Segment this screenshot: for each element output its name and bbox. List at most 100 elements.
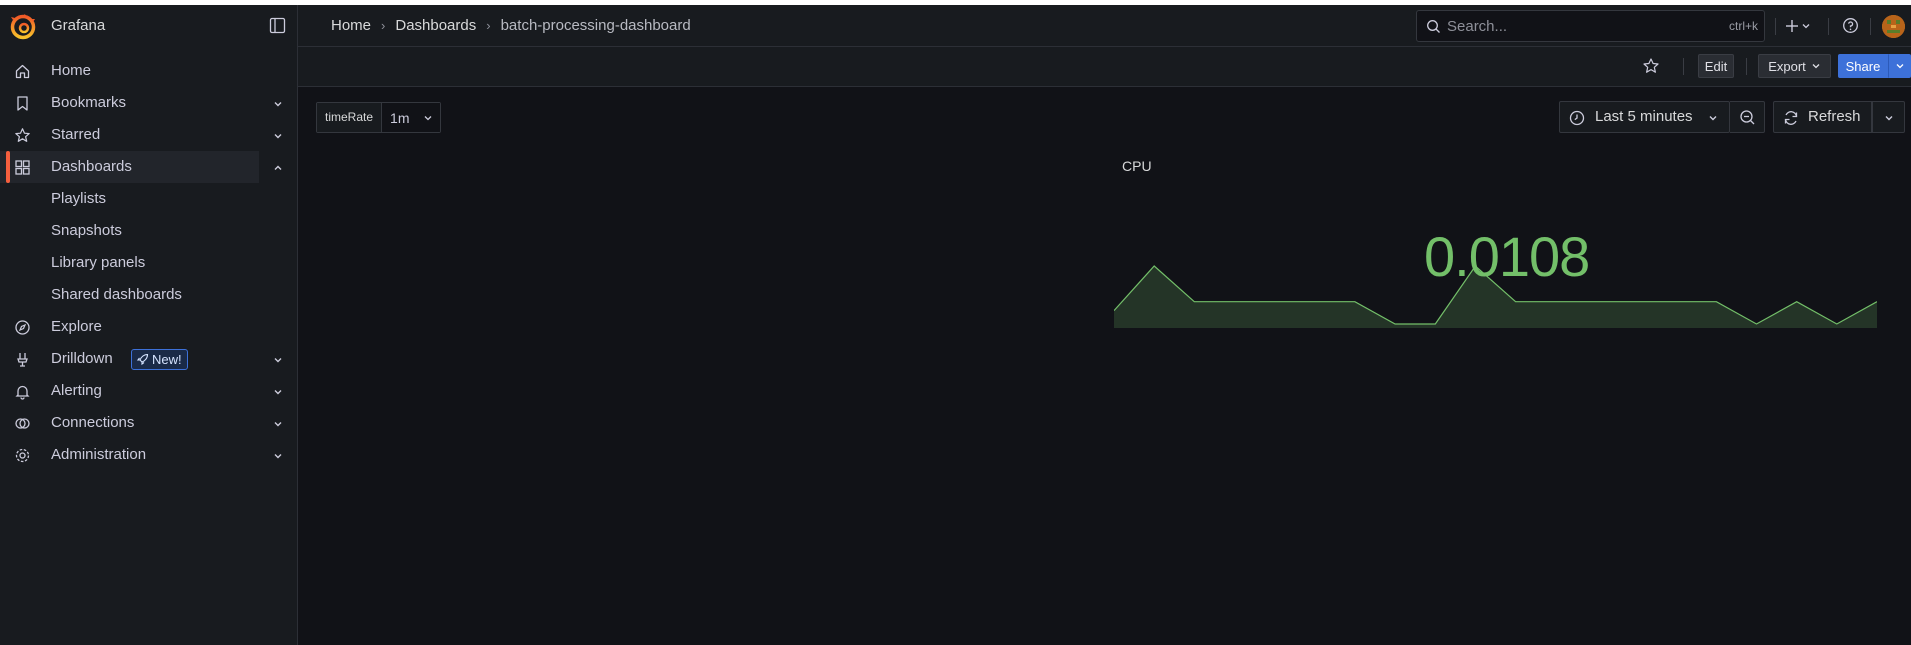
- nav-menu: Home Bookmarks Starred Dashboards Playli…: [0, 55, 298, 471]
- chevron-down-icon[interactable]: [272, 386, 284, 398]
- divider: [1870, 18, 1871, 35]
- divider: [1828, 18, 1829, 35]
- panel-title: CPU: [1122, 158, 1152, 174]
- share-button[interactable]: Share: [1838, 54, 1888, 78]
- sidebar-item-label: Drilldown: [51, 350, 113, 367]
- sidebar-item-connections[interactable]: Connections: [0, 407, 298, 439]
- sidebar-item-label: Connections: [51, 414, 135, 431]
- sidebar-item-label: Administration: [51, 446, 147, 463]
- sidebar-item-bookmarks[interactable]: Bookmarks: [0, 87, 298, 119]
- apps-icon: [15, 160, 30, 175]
- chevron-down-icon[interactable]: [272, 418, 284, 430]
- breadcrumb-current: batch-processing-dashboard: [500, 17, 691, 34]
- sidebar-item-label: Explore: [51, 318, 102, 335]
- brand: Grafana: [0, 5, 298, 47]
- sidebar-item-shared-dashboards[interactable]: Shared dashboards: [0, 279, 298, 311]
- breadcrumb-home[interactable]: Home: [331, 17, 371, 34]
- chevron-down-icon: [1812, 64, 1820, 69]
- drilldown-icon: [17, 353, 28, 367]
- zoom-out-icon: [1740, 110, 1755, 125]
- sidebar-item-label: Starred: [51, 126, 101, 143]
- variable-value-select[interactable]: 1m: [382, 103, 441, 132]
- chevron-up-icon[interactable]: [272, 162, 284, 174]
- sync-icon: [1784, 111, 1798, 125]
- variable-label: timeRate: [317, 103, 383, 132]
- sidebar-item-alerting[interactable]: Alerting: [0, 375, 298, 407]
- variable-value: 1m: [390, 109, 410, 126]
- divider: [1775, 18, 1776, 35]
- share-button-label: Share: [1845, 58, 1881, 74]
- refresh-interval-dropdown[interactable]: [1872, 101, 1905, 133]
- mark-favorite-star-icon[interactable]: [1642, 57, 1660, 75]
- sidebar-item-label: Playlists: [51, 190, 107, 207]
- chevron-down-icon: [1896, 64, 1903, 69]
- rocket-icon: [136, 353, 149, 366]
- app-title: Grafana: [51, 17, 106, 34]
- sidebar-item-home[interactable]: Home: [0, 55, 298, 87]
- breadcrumb-dashboards[interactable]: Dashboards: [395, 17, 476, 34]
- divider: [1683, 58, 1684, 75]
- chevron-down-icon[interactable]: [272, 354, 284, 366]
- export-button[interactable]: Export: [1758, 54, 1831, 78]
- dock-menu-icon[interactable]: [269, 17, 286, 34]
- compass-icon: [15, 320, 30, 335]
- search-input[interactable]: Search... ctrl+k: [1416, 10, 1765, 42]
- variable-timerate: timeRate 1m: [316, 102, 442, 133]
- home-icon: [15, 64, 30, 79]
- top-bar: Home › Dashboards › batch-processing-das…: [298, 5, 1911, 47]
- clock-icon: [1569, 110, 1585, 126]
- sidebar-item-label: Snapshots: [51, 222, 122, 239]
- divider: [1746, 58, 1747, 75]
- bookmark-icon: [17, 96, 28, 111]
- search-shortcut: ctrl+k: [1728, 19, 1758, 33]
- time-range-picker[interactable]: Last 5 minutes: [1559, 101, 1730, 133]
- search-icon: [1427, 20, 1440, 33]
- refresh-label: Refresh: [1808, 108, 1861, 125]
- sidebar-item-starred[interactable]: Starred: [0, 119, 298, 151]
- sidebar: Grafana Home Bookmarks Starred Dashboard…: [0, 5, 298, 645]
- chevron-down-icon: [1885, 116, 1893, 121]
- sidebar-item-playlists[interactable]: Playlists: [0, 183, 298, 215]
- new-badge: New!: [131, 349, 188, 370]
- sidebar-item-explore[interactable]: Explore: [0, 311, 298, 343]
- breadcrumb-separator: ›: [486, 18, 491, 33]
- search-placeholder: Search...: [1447, 18, 1508, 35]
- help-icon[interactable]: [1842, 17, 1859, 34]
- sidebar-item-dashboards[interactable]: Dashboards: [0, 151, 282, 183]
- edit-button[interactable]: Edit: [1698, 54, 1734, 78]
- sidebar-item-administration[interactable]: Administration: [0, 439, 298, 471]
- share-dropdown-button[interactable]: [1888, 54, 1911, 78]
- stat-panel-cpu[interactable]: CPU 0.0108: [1104, 150, 1887, 340]
- sidebar-item-library-panels[interactable]: Library panels: [0, 247, 298, 279]
- sidebar-item-label: Home: [51, 62, 92, 79]
- sidebar-item-label: Bookmarks: [51, 94, 127, 111]
- stat-value: 0.0108: [1424, 225, 1590, 288]
- time-range-label: Last 5 minutes: [1595, 108, 1693, 125]
- add-new-button[interactable]: [1785, 16, 1815, 36]
- chevron-down-icon[interactable]: [272, 450, 284, 462]
- star-icon: [15, 128, 30, 142]
- avatar[interactable]: [1882, 15, 1905, 38]
- export-button-label: Export: [1768, 58, 1806, 74]
- new-badge-label: New!: [152, 352, 182, 367]
- sidebar-item-label: Shared dashboards: [51, 286, 182, 303]
- sidebar-item-label: Library panels: [51, 254, 146, 271]
- sidebar-item-snapshots[interactable]: Snapshots: [0, 215, 298, 247]
- breadcrumb-separator: ›: [381, 18, 386, 33]
- chevron-down-icon: [425, 115, 432, 120]
- gear-icon: [15, 448, 30, 463]
- zoom-out-button[interactable]: [1730, 101, 1765, 133]
- link-icon: [15, 418, 30, 429]
- sidebar-item-label: Dashboards: [51, 158, 132, 175]
- chevron-down-icon: [1709, 116, 1717, 121]
- breadcrumb: Home › Dashboards › batch-processing-das…: [331, 17, 691, 34]
- chevron-down-icon[interactable]: [272, 130, 284, 142]
- refresh-button[interactable]: Refresh: [1773, 101, 1872, 133]
- sidebar-item-label: Alerting: [51, 382, 102, 399]
- sidebar-item-drilldown[interactable]: Drilldown New!: [0, 343, 298, 375]
- dashboard-actions-bar: Edit Export Share: [298, 47, 1911, 87]
- chevron-down-icon[interactable]: [272, 98, 284, 110]
- edit-button-label: Edit: [1704, 58, 1728, 74]
- grafana-logo-icon[interactable]: [10, 14, 36, 40]
- bell-icon: [15, 385, 30, 400]
